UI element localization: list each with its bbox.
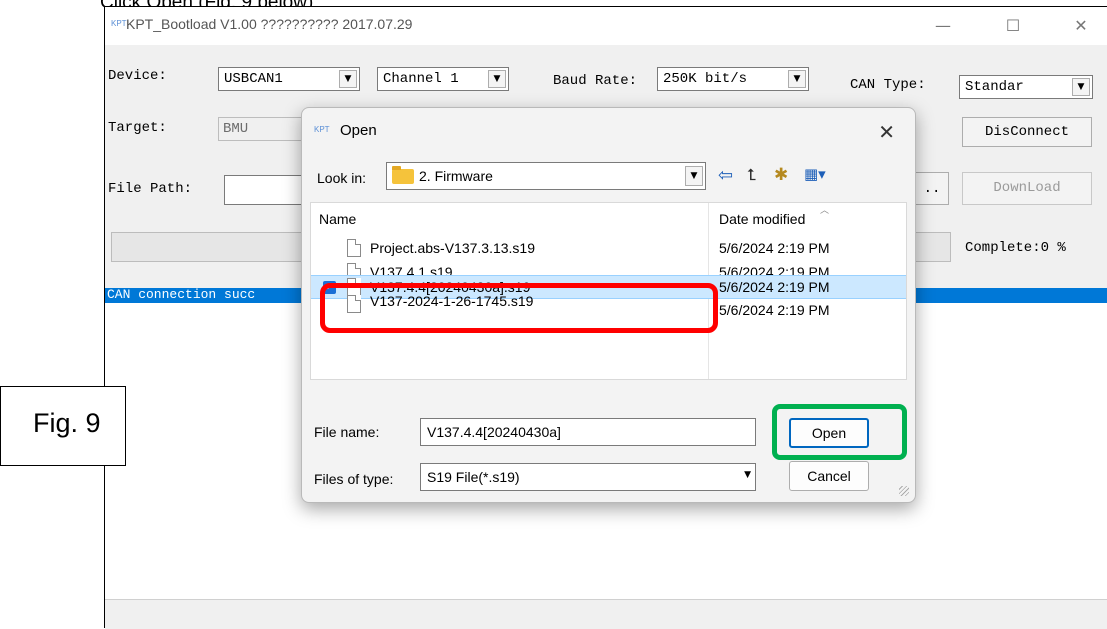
file-icon (347, 263, 361, 275)
device-label: Device: (108, 68, 167, 84)
file-icon (347, 239, 361, 257)
title-bar: KPT KPT_Bootload V1.00 ?????????? 2017.0… (105, 7, 1107, 45)
chevron-down-icon: ▼ (488, 70, 506, 88)
file-name-label: File name: (314, 424, 380, 440)
look-in-value: 2. Firmware (419, 168, 493, 184)
view-menu-icon[interactable]: ▦▾ (804, 165, 826, 183)
look-in-select[interactable]: 2. Firmware ▼ (386, 162, 706, 190)
baud-rate-value: 250K bit/s (663, 71, 748, 87)
log-text: CAN connection succ (107, 287, 256, 302)
target-value: BMU (223, 121, 249, 137)
status-bar (105, 599, 1107, 629)
download-button[interactable]: DownLoad (962, 172, 1092, 205)
chevron-down-icon: ▼ (788, 70, 806, 88)
file-date: 5/6/2024 2:19 PM (719, 240, 830, 256)
look-in-label: Look in: (317, 170, 367, 186)
file-date: 5/6/2024 2:19 PM (719, 279, 830, 295)
folder-icon (392, 166, 414, 184)
file-type-value: S19 File(*.s19) (427, 469, 520, 485)
open-button-highlight (772, 404, 907, 460)
dialog-close-button[interactable]: ✕ (878, 120, 895, 144)
close-button[interactable]: ✕ (1066, 15, 1096, 37)
chevron-down-icon: ▼ (339, 70, 357, 88)
file-name-value: V137.4.4[20240430a] (427, 424, 561, 440)
chevron-down-icon: ▼ (1072, 78, 1090, 96)
sort-caret-icon: ︿ (820, 206, 830, 216)
back-arrow-icon[interactable]: ⇦ (718, 165, 733, 186)
selected-file-highlight (320, 283, 718, 333)
file-row[interactable]: V137.4.1.s19 5/6/2024 2:19 PM (311, 261, 906, 275)
browse-button[interactable]: .. (915, 172, 949, 205)
channel-select[interactable]: Channel 1 ▼ (377, 67, 509, 91)
device-select[interactable]: USBCAN1 ▼ (218, 67, 360, 91)
device-value: USBCAN1 (224, 71, 283, 87)
file-path-input[interactable] (224, 175, 304, 205)
figure-label: Fig. 9 (33, 408, 101, 438)
file-type-label: Files of type: (314, 471, 394, 487)
file-type-select[interactable]: S19 File(*.s19) ▼ (420, 463, 756, 491)
app-logo-icon: KPT (111, 19, 127, 28)
can-type-select[interactable]: Standar ▼ (959, 75, 1093, 99)
baud-rate-label: Baud Rate: (553, 73, 638, 89)
channel-value: Channel 1 (383, 71, 459, 87)
column-header-name[interactable]: Name (319, 211, 356, 227)
resize-grip-icon[interactable] (899, 486, 909, 496)
new-folder-icon[interactable]: ✱ (774, 165, 788, 185)
maximize-button[interactable]: ☐ (998, 15, 1028, 37)
baud-rate-select[interactable]: 250K bit/s ▼ (657, 67, 809, 91)
app-title: KPT_Bootload V1.00 ?????????? 2017.07.29 (126, 16, 413, 32)
up-folder-icon[interactable]: ⮤ (747, 165, 756, 185)
minimize-button[interactable]: — (928, 15, 958, 37)
file-date: 5/6/2024 2:19 PM (719, 302, 830, 318)
chevron-down-icon: ▼ (744, 470, 751, 480)
figure-label-box: Fig. 9 (0, 386, 126, 466)
dialog-title: Open (340, 122, 377, 139)
cancel-button[interactable]: Cancel (789, 461, 869, 491)
target-label: Target: (108, 120, 167, 136)
file-path-label: File Path: (108, 181, 193, 197)
file-name-input[interactable]: V137.4.4[20240430a] (420, 418, 756, 446)
chevron-down-icon: ▼ (685, 166, 703, 186)
column-header-date[interactable]: Date modified (719, 211, 805, 227)
file-date: 5/6/2024 2:19 PM (719, 264, 830, 275)
can-type-value: Standar (965, 79, 1024, 95)
file-name: Project.abs-V137.3.13.s19 (370, 240, 535, 256)
dialog-logo-icon: KPT (314, 125, 330, 134)
target-field: BMU (218, 117, 308, 141)
disconnect-button[interactable]: DisConnect (962, 117, 1092, 147)
file-row[interactable]: Project.abs-V137.3.13.s19 5/6/2024 2:19 … (311, 237, 906, 261)
complete-label: Complete:0 % (965, 240, 1066, 256)
can-type-label: CAN Type: (850, 77, 926, 93)
file-name: V137.4.1.s19 (370, 264, 453, 275)
